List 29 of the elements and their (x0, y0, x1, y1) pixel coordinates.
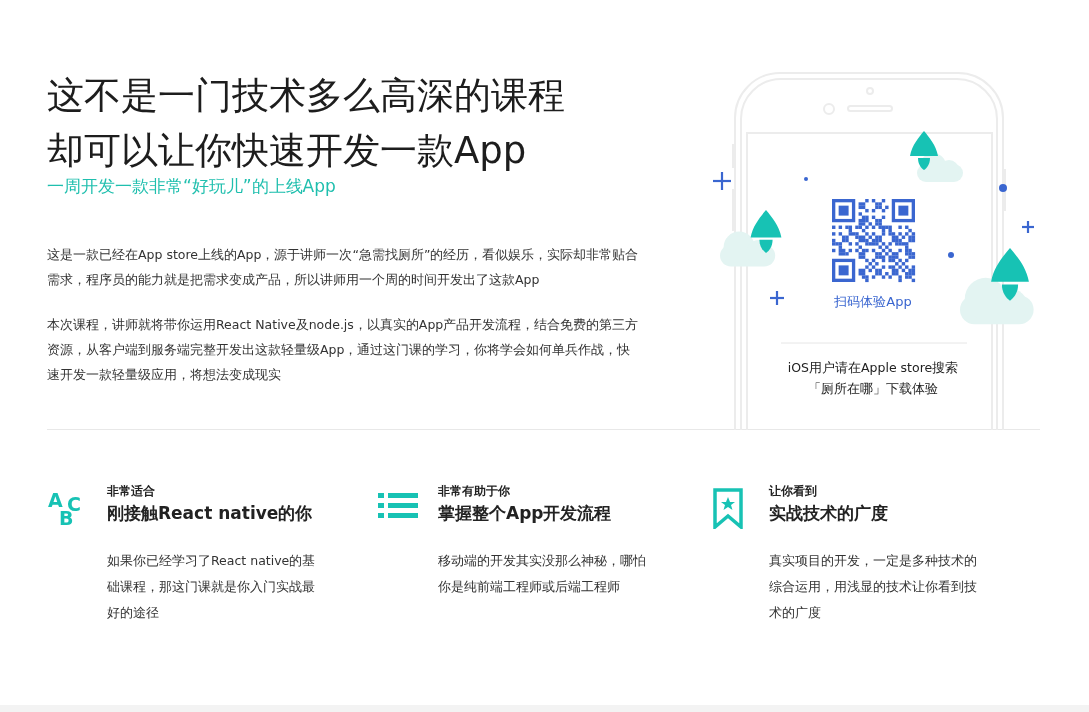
feature-title: 刚接触React native的你 (107, 502, 314, 525)
feature-title: 掌握整个App开发流程 (438, 502, 613, 525)
dot-mark (948, 252, 954, 258)
feature-description: 移动端的开发其实没那么神秘，哪怕你是纯前端工程师或后端工程师 (438, 552, 647, 596)
eyebrow-text: 非常适合 (107, 483, 156, 500)
eyebrow-text: 非常有助于你 (438, 483, 511, 500)
feature-description: 真实项目的开发，一定是多种技术的综合运用，用浅显的技术让你看到技术的广度 (769, 552, 978, 622)
instruction-text: 「厕所在哪」下载体验 (807, 380, 939, 398)
dot-mark (999, 184, 1007, 192)
plus-mark (1022, 221, 1034, 233)
rocket-drawing (991, 248, 1029, 301)
dot-mark (804, 177, 808, 181)
headline: 这不是一门技术多么高深的课程 (47, 73, 566, 119)
scan-caption: 扫码体验App (833, 293, 913, 311)
feature-description: 如果你已经学习了React native的基础课程，那这门课就是你入门实战最好的途径 (107, 552, 317, 622)
list-icon (378, 493, 418, 518)
paragraph: 本次课程，讲师就将带你运用React Native及node.js，以真实的App产品开发流程，结合免费的第三方资源，从客户端到服务端完整开发出这款轻量级App，通过这门课的学习，你将学会如何单兵作战，快速开发一款轻量级应用，将想法变成现实 (47, 316, 639, 384)
plus-mark (713, 172, 731, 190)
rocket-drawing (910, 131, 938, 170)
plus-mark (770, 291, 784, 305)
paragraph: 这是一款已经在App store上线的App，源于讲师一次“急需找厕所”的经历，看似娱乐，实际却非常贴合需求，程序员的能力就是把需求变成产品，所以讲师用一个周的时间开发出了这款App (47, 246, 639, 289)
instruction-text: iOS用户请在Apple store搜索 (786, 359, 960, 377)
subtitle: 一周开发一款非常“好玩儿”的上线App (47, 175, 337, 198)
letters-icon: A B C (47, 487, 89, 529)
rocket-drawing (750, 210, 782, 253)
bookmark-icon (713, 488, 743, 529)
feature-title: 实战技术的广度 (769, 502, 889, 525)
headline: 却可以让你快速开发一款App (47, 128, 528, 174)
eyebrow-text: 让你看到 (769, 483, 818, 500)
